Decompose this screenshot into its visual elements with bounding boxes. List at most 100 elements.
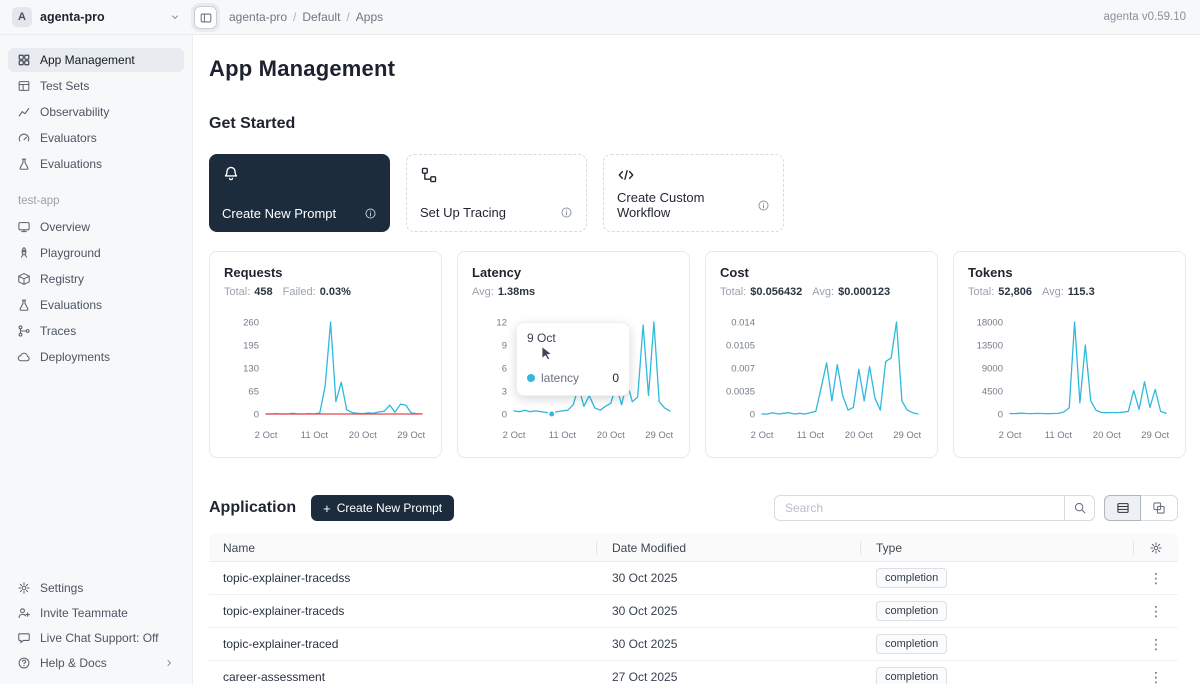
sidebar-item-label: Registry xyxy=(40,272,84,286)
type-badge: completion xyxy=(876,634,947,653)
svg-text:9000: 9000 xyxy=(982,364,1003,375)
workspace-name: agenta-pro xyxy=(40,10,105,24)
stat-label: Total: xyxy=(224,286,250,298)
user-plus-icon xyxy=(17,606,31,620)
set-up-tracing-card[interactable]: Set Up Tracing xyxy=(406,154,587,232)
sidebar-item-app-evaluations[interactable]: Evaluations xyxy=(8,293,184,317)
sidebar-item-observability[interactable]: Observability xyxy=(8,100,184,124)
chart-tooltip: 9 Oct latency 0 xyxy=(516,322,630,396)
sidebar-item-playground[interactable]: Playground xyxy=(8,241,184,265)
table-icon xyxy=(17,79,31,93)
table-row[interactable]: career-assessment 27 Oct 2025 completion… xyxy=(209,661,1178,684)
svg-text:9: 9 xyxy=(502,341,507,352)
type-badge: completion xyxy=(876,667,947,684)
sidebar-item-help-docs[interactable]: Help & Docs xyxy=(8,651,184,675)
sidebar-app-section-label: test-app xyxy=(8,195,184,207)
tooltip-series-row: latency 0 xyxy=(527,371,619,385)
sidebar-item-evaluators[interactable]: Evaluators xyxy=(8,126,184,150)
top-bar: A agenta-pro agenta-pro / Default / Apps… xyxy=(0,0,1200,35)
sidebar-item-deployments[interactable]: Deployments xyxy=(8,345,184,369)
breadcrumb: agenta-pro / Default / Apps xyxy=(229,10,383,24)
sidebar-item-invite-teammate[interactable]: Invite Teammate xyxy=(8,601,184,625)
stat-value: 52,806 xyxy=(998,286,1032,298)
chart-title: Latency xyxy=(472,265,675,280)
info-icon[interactable] xyxy=(364,207,377,220)
sidebar-item-settings[interactable]: Settings xyxy=(8,576,184,600)
tokens-line-chart[interactable]: 04500900013500180002 Oct11 Oct20 Oct29 O… xyxy=(968,314,1171,447)
svg-text:195: 195 xyxy=(243,341,259,352)
column-header-date-modified[interactable]: Date Modified xyxy=(597,534,861,561)
sidebar-item-label: Help & Docs xyxy=(40,656,107,670)
svg-text:29 Oct: 29 Oct xyxy=(645,430,673,441)
requests-line-chart[interactable]: 0651301952602 Oct11 Oct20 Oct29 Oct xyxy=(224,314,427,447)
sidebar-item-test-sets[interactable]: Test Sets xyxy=(8,74,184,98)
sidebar-item-traces[interactable]: Traces xyxy=(8,319,184,343)
svg-text:29 Oct: 29 Oct xyxy=(1141,430,1169,441)
sidebar-item-app-management[interactable]: App Management xyxy=(8,48,184,72)
table-view-button[interactable] xyxy=(1104,495,1141,521)
app-name: topic-explainer-tracedss xyxy=(209,571,597,585)
row-menu-button[interactable]: ⋮ xyxy=(1143,570,1169,587)
svg-text:11 Oct: 11 Oct xyxy=(1045,430,1073,441)
svg-text:130: 130 xyxy=(243,364,259,375)
search-input[interactable] xyxy=(774,495,1064,521)
sidebar-item-evaluations[interactable]: Evaluations xyxy=(8,152,184,176)
cost-metric-card: Cost Total: $0.056432 Avg: $0.000123 00.… xyxy=(705,251,938,458)
gear-icon[interactable] xyxy=(1149,541,1163,555)
cost-line-chart[interactable]: 00.00350.0070.01050.0142 Oct11 Oct20 Oct… xyxy=(720,314,923,447)
stat-value: $0.056432 xyxy=(750,286,802,298)
monitor-icon xyxy=(17,220,31,234)
card-label: Set Up Tracing xyxy=(420,205,506,220)
column-header-name[interactable]: Name xyxy=(209,534,597,561)
info-icon[interactable] xyxy=(757,199,770,212)
sidebar-item-overview[interactable]: Overview xyxy=(8,215,184,239)
create-new-prompt-card[interactable]: Create New Prompt xyxy=(209,154,390,232)
svg-text:6: 6 xyxy=(502,364,507,375)
app-date-modified: 30 Oct 2025 xyxy=(597,637,861,651)
applications-table: Name Date Modified Type topic-explainer-… xyxy=(209,534,1178,684)
tooltip-series-label: latency xyxy=(541,371,579,385)
row-menu-button[interactable]: ⋮ xyxy=(1143,636,1169,653)
row-menu-button[interactable]: ⋮ xyxy=(1143,669,1169,684)
svg-text:11 Oct: 11 Oct xyxy=(549,430,577,441)
sidebar-item-label: Evaluators xyxy=(40,131,97,145)
cloud-icon xyxy=(17,350,31,364)
table-row[interactable]: topic-explainer-tracedss 30 Oct 2025 com… xyxy=(209,562,1178,595)
get-started-heading: Get Started xyxy=(209,115,1178,133)
bell-icon xyxy=(222,165,240,183)
breadcrumb-item-project[interactable]: Default xyxy=(302,10,340,24)
row-menu-button[interactable]: ⋮ xyxy=(1143,603,1169,620)
search-button[interactable] xyxy=(1064,495,1095,521)
application-section-header: Application + Create New Prompt xyxy=(209,495,1178,521)
breadcrumb-item-workspace[interactable]: agenta-pro xyxy=(229,10,287,24)
sidebar-toggle-button[interactable] xyxy=(194,6,217,29)
table-row[interactable]: topic-explainer-traceds 30 Oct 2025 comp… xyxy=(209,595,1178,628)
workspace-selector[interactable]: A agenta-pro xyxy=(0,7,193,27)
sidebar-item-label: Live Chat Support: Off xyxy=(40,631,159,645)
sidebar-item-label: Playground xyxy=(40,246,101,260)
card-label: Create New Prompt xyxy=(222,206,336,221)
app-date-modified: 30 Oct 2025 xyxy=(597,571,861,585)
card-view-button[interactable] xyxy=(1141,495,1178,521)
svg-text:20 Oct: 20 Oct xyxy=(1093,430,1121,441)
table-row[interactable]: topic-explainer-traced 30 Oct 2025 compl… xyxy=(209,628,1178,661)
app-name: topic-explainer-traceds xyxy=(209,604,597,618)
latency-metric-card: Latency Avg: 1.38ms 0369122 Oct11 Oct20 … xyxy=(457,251,690,458)
sidebar-item-label: Overview xyxy=(40,220,90,234)
flask-icon xyxy=(17,157,31,171)
sidebar-item-live-chat-support[interactable]: Live Chat Support: Off xyxy=(8,626,184,650)
code-icon xyxy=(617,166,635,184)
breadcrumb-item-apps[interactable]: Apps xyxy=(356,10,383,24)
info-icon[interactable] xyxy=(560,206,573,219)
svg-text:11 Oct: 11 Oct xyxy=(797,430,825,441)
svg-text:0.007: 0.007 xyxy=(731,364,755,375)
metrics-cards: Requests Total: 458 Failed: 0.03% 065130… xyxy=(209,251,1178,458)
svg-text:2 Oct: 2 Oct xyxy=(751,430,774,441)
cursor-icon xyxy=(539,345,555,361)
create-custom-workflow-card[interactable]: Create Custom Workflow xyxy=(603,154,784,232)
sidebar-item-registry[interactable]: Registry xyxy=(8,267,184,291)
create-new-prompt-button[interactable]: + Create New Prompt xyxy=(311,495,454,521)
sidebar-panel-icon xyxy=(199,11,213,25)
sidebar-item-label: Settings xyxy=(40,581,83,595)
column-header-type[interactable]: Type xyxy=(861,534,1134,561)
